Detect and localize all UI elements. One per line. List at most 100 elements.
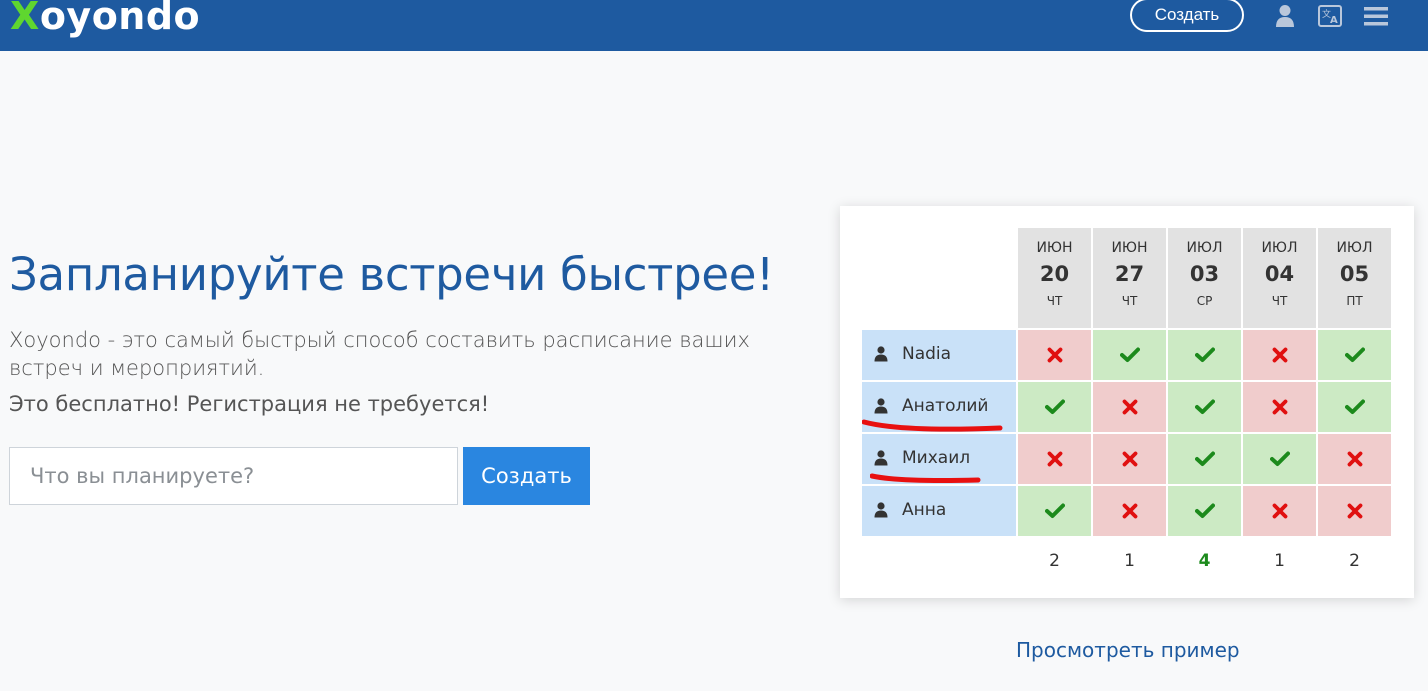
cross-icon xyxy=(1122,450,1138,467)
checkmark-icon xyxy=(1194,346,1215,363)
vote-no-cell xyxy=(1243,382,1316,432)
participant-name-cell: Анатолий xyxy=(862,382,1016,432)
date-month: ИЮЛ xyxy=(1261,240,1298,256)
participant-name-cell: Nadia xyxy=(862,330,1016,380)
vote-no-cell xyxy=(1243,330,1316,380)
plan-input[interactable] xyxy=(9,447,458,505)
vote-no-cell xyxy=(1018,330,1091,380)
poll-header-row: ИЮН 20 ЧТ ИЮН 27 ЧТ ИЮЛ 03 СР ИЮЛ 04 ЧТ ИЮЛ 05 ПТ xyxy=(862,228,1391,328)
totals-label-cell xyxy=(862,538,1016,584)
date-month: ИЮЛ xyxy=(1336,240,1373,256)
user-icon[interactable] xyxy=(1275,4,1295,28)
vote-no-cell xyxy=(1243,486,1316,536)
poll-example-card: ИЮН 20 ЧТ ИЮН 27 ЧТ ИЮЛ 03 СР ИЮЛ 04 ЧТ ИЮЛ 05 ПТ Nadia… xyxy=(840,206,1414,598)
participant-row: Михаил xyxy=(862,434,1391,484)
view-example-link[interactable]: Просмотреть пример xyxy=(1016,638,1240,662)
participant-name: Михаил xyxy=(902,448,971,468)
date-column-header: ИЮЛ 04 ЧТ xyxy=(1243,228,1316,328)
person-icon xyxy=(874,346,888,362)
date-weekday: СР xyxy=(1196,294,1213,308)
checkmark-icon xyxy=(1344,346,1365,363)
vote-yes-cell xyxy=(1318,330,1391,380)
participant-name-cell: Анна xyxy=(862,486,1016,536)
date-column-header: ИЮН 20 ЧТ xyxy=(1018,228,1091,328)
vote-total: 2 xyxy=(1349,551,1360,571)
vote-yes-cell xyxy=(1168,330,1241,380)
cross-icon xyxy=(1272,346,1288,363)
hero-title: Запланируйте встречи быстрее! xyxy=(9,248,774,301)
date-day: 27 xyxy=(1114,262,1145,286)
person-icon xyxy=(874,450,888,466)
date-day: 05 xyxy=(1339,262,1370,286)
vote-total: 1 xyxy=(1274,551,1285,571)
vote-yes-cell xyxy=(1318,382,1391,432)
checkmark-icon xyxy=(1344,398,1365,415)
checkmark-icon xyxy=(1119,346,1140,363)
participant-name-cell: Михаил xyxy=(862,434,1016,484)
cross-icon xyxy=(1047,346,1063,363)
date-column-header: ИЮЛ 05 ПТ xyxy=(1318,228,1391,328)
vote-total: 1 xyxy=(1124,551,1135,571)
vote-total: 4 xyxy=(1198,551,1211,571)
vote-yes-cell xyxy=(1168,486,1241,536)
poll-corner-cell xyxy=(862,228,1016,328)
vote-no-cell xyxy=(1093,382,1166,432)
logo-text: oyondo xyxy=(39,0,201,38)
create-button[interactable]: Создать xyxy=(463,447,590,505)
cross-icon xyxy=(1047,450,1063,467)
date-column-header: ИЮЛ 03 СР xyxy=(1168,228,1241,328)
date-day: 04 xyxy=(1264,262,1295,286)
checkmark-icon xyxy=(1194,502,1215,519)
header-create-button[interactable]: Создать xyxy=(1130,0,1244,32)
logo-x-letter: X xyxy=(10,0,40,38)
hero-free-text: Это бесплатно! Регистрация не требуется! xyxy=(9,392,490,416)
svg-text:A: A xyxy=(1330,15,1338,26)
checkmark-icon xyxy=(1194,450,1215,467)
checkmark-icon xyxy=(1269,450,1290,467)
vote-no-cell xyxy=(1093,486,1166,536)
cross-icon xyxy=(1272,502,1288,519)
cross-icon xyxy=(1347,450,1363,467)
hero-description: Xoyondo - это самый быстрый способ соста… xyxy=(9,328,750,380)
vote-yes-cell xyxy=(1168,434,1241,484)
checkmark-icon xyxy=(1044,398,1065,415)
vote-no-cell xyxy=(1093,434,1166,484)
checkmark-icon xyxy=(1044,502,1065,519)
vote-no-cell xyxy=(1318,434,1391,484)
vote-no-cell xyxy=(1318,486,1391,536)
date-month: ИЮН xyxy=(1111,240,1148,256)
cross-icon xyxy=(1122,502,1138,519)
participant-name: Анна xyxy=(902,500,947,520)
person-icon xyxy=(874,502,888,518)
vote-yes-cell xyxy=(1018,486,1091,536)
poll-table: ИЮН 20 ЧТ ИЮН 27 ЧТ ИЮЛ 03 СР ИЮЛ 04 ЧТ ИЮЛ 05 ПТ Nadia… xyxy=(860,226,1393,586)
vote-yes-cell xyxy=(1243,434,1316,484)
date-weekday: ЧТ xyxy=(1271,294,1288,308)
participant-row: Анатолий xyxy=(862,382,1391,432)
date-day: 03 xyxy=(1189,262,1220,286)
date-day: 20 xyxy=(1039,262,1070,286)
vote-yes-cell xyxy=(1093,330,1166,380)
cross-icon xyxy=(1272,398,1288,415)
cross-icon xyxy=(1347,502,1363,519)
vote-yes-cell xyxy=(1018,382,1091,432)
person-icon xyxy=(874,398,888,414)
participant-row: Анна xyxy=(862,486,1391,536)
date-weekday: ЧТ xyxy=(1046,294,1063,308)
top-navbar: Xoyondo Создать 文A xyxy=(0,0,1428,51)
xoyondo-logo[interactable]: Xoyondo xyxy=(10,0,200,38)
language-icon[interactable]: 文A xyxy=(1318,2,1342,30)
participant-name: Анатолий xyxy=(902,396,989,416)
vote-yes-cell xyxy=(1168,382,1241,432)
cross-icon xyxy=(1122,398,1138,415)
vote-no-cell xyxy=(1018,434,1091,484)
date-month: ИЮЛ xyxy=(1186,240,1223,256)
participant-name: Nadia xyxy=(902,344,952,364)
checkmark-icon xyxy=(1194,398,1215,415)
date-weekday: ЧТ xyxy=(1121,294,1138,308)
date-weekday: ПТ xyxy=(1346,294,1363,308)
hamburger-menu-icon[interactable] xyxy=(1364,6,1388,26)
date-column-header: ИЮН 27 ЧТ xyxy=(1093,228,1166,328)
participant-row: Nadia xyxy=(862,330,1391,380)
totals-row: 2 1 4 1 2 xyxy=(862,538,1391,584)
